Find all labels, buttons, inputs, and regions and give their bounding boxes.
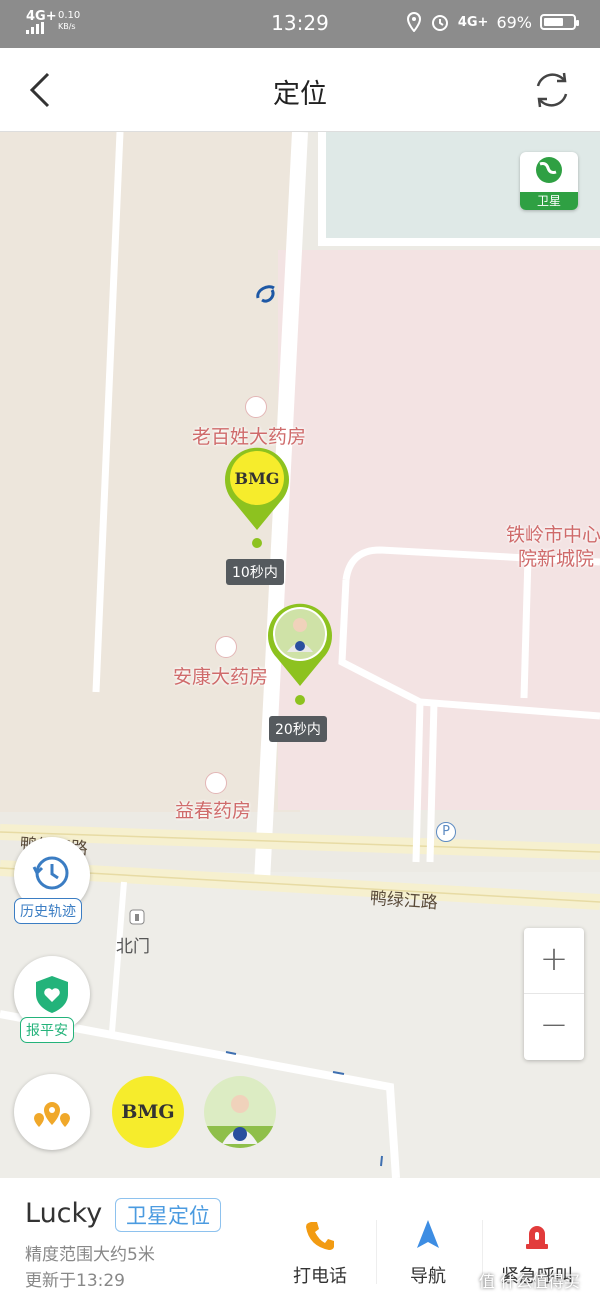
device-info-panel: Lucky 卫星定位 精度范围大约5米 更新于13:29 打电话 导航 紧急呼叫… bbox=[0, 1178, 600, 1300]
alarm-clock-icon bbox=[431, 15, 448, 31]
parking-icon: P bbox=[436, 822, 456, 842]
battery-icon bbox=[540, 14, 579, 30]
map-view[interactable]: 卫星 老百姓大药房 安康大药房 益春药房 铁岭市中心 院新城院 鸭绿江路 鸭绿江… bbox=[0, 132, 600, 1178]
page-title: 定位 bbox=[273, 79, 327, 110]
status-bar: 4G+ 0.10 KB/s 13:29 4G+ 69% bbox=[0, 0, 600, 48]
report-safe-label[interactable]: 报平安 bbox=[20, 1017, 74, 1043]
pharmacy-icon bbox=[245, 396, 267, 418]
network-type: 4G+ bbox=[457, 14, 489, 30]
zoom-in-button[interactable]: + bbox=[524, 928, 584, 994]
globe-icon bbox=[536, 157, 562, 183]
navigate-button[interactable]: 导航 bbox=[378, 1218, 478, 1288]
device-avatar-bmg[interactable]: BMG bbox=[112, 1076, 184, 1148]
time-tag: 10秒内 bbox=[226, 559, 284, 585]
poi-label[interactable]: 益春药房 bbox=[175, 796, 251, 823]
alarm-icon bbox=[526, 1226, 548, 1249]
history-track-label[interactable]: 历史轨迹 bbox=[14, 898, 82, 924]
marker-dot bbox=[252, 538, 262, 548]
status-right: 4G+ 69% bbox=[406, 12, 579, 32]
pharmacy-icon bbox=[205, 772, 227, 794]
satellite-toggle-button[interactable]: 卫星 bbox=[520, 152, 578, 210]
zoom-out-button[interactable]: − bbox=[524, 994, 584, 1060]
device-name: Lucky bbox=[25, 1198, 103, 1229]
location-icon bbox=[406, 12, 421, 32]
marker-avatar-text: BMG bbox=[235, 469, 280, 488]
marker-dot bbox=[295, 695, 305, 705]
multi-pin-icon bbox=[34, 1102, 70, 1127]
satellite-label: 卫星 bbox=[520, 192, 578, 210]
location-marker[interactable] bbox=[265, 600, 335, 688]
gate-icon bbox=[129, 909, 145, 925]
poi-label[interactable]: 院新城院 bbox=[518, 544, 594, 571]
refresh-icon[interactable] bbox=[530, 68, 574, 112]
navigation-icon bbox=[417, 1220, 439, 1248]
time-tag: 20秒内 bbox=[269, 716, 327, 742]
top-bar: 定位 bbox=[0, 48, 600, 132]
phone-icon bbox=[306, 1222, 334, 1250]
poi-label[interactable]: 安康大药房 bbox=[173, 662, 268, 689]
call-label: 打电话 bbox=[293, 1266, 347, 1287]
all-devices-button[interactable] bbox=[14, 1074, 90, 1150]
poi-label[interactable]: 铁岭市中心 bbox=[506, 520, 600, 547]
telecom-logo-icon bbox=[256, 285, 275, 303]
location-mode-badge: 卫星定位 bbox=[115, 1198, 221, 1232]
call-button[interactable]: 打电话 bbox=[270, 1218, 370, 1288]
child-photo bbox=[204, 1076, 276, 1148]
pharmacy-icon bbox=[215, 636, 237, 658]
device-avatar-photo[interactable] bbox=[204, 1076, 276, 1148]
watermark: 值 什么值得买 bbox=[478, 1272, 580, 1291]
accuracy-text: 精度范围大约5米 bbox=[25, 1245, 155, 1265]
road-label: 鸭绿江路 bbox=[369, 888, 439, 914]
gate-label: 北门 bbox=[116, 937, 150, 957]
divider bbox=[376, 1220, 377, 1284]
update-time: 更新于13:29 bbox=[25, 1271, 125, 1291]
navigate-label: 导航 bbox=[410, 1266, 446, 1287]
location-marker[interactable]: BMG bbox=[222, 444, 292, 532]
battery-percent: 69% bbox=[496, 12, 532, 32]
zoom-control: + − bbox=[524, 928, 584, 1060]
